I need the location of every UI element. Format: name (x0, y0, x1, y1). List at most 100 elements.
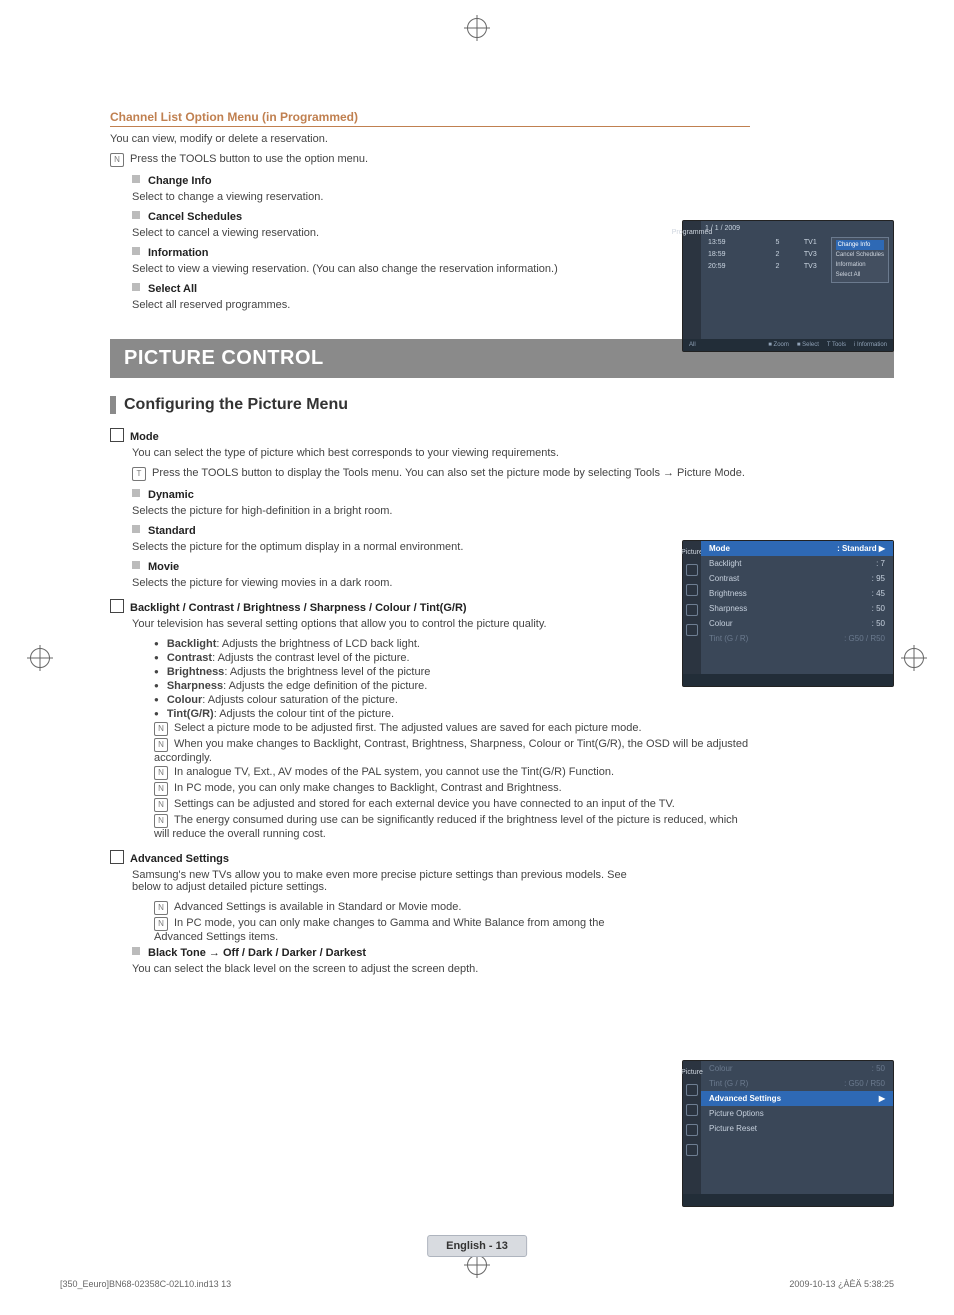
osd-picture-menu: Picture Mode: Standard ▶Backlight: 7Cont… (682, 540, 894, 687)
osd-menu-row: Colour: 50 (701, 616, 893, 631)
osd-sidebar: Picture (683, 541, 701, 674)
mode-tools-note: Press the TOOLS button to display the To… (152, 467, 745, 479)
tools-hint: Press the TOOLS button to use the option… (130, 153, 368, 165)
note-icon: N (110, 153, 124, 167)
option-item-title: Change Info (148, 175, 212, 187)
print-footer-left: [350_Eeuro]BN68-02358C-02L10.ind13 13 (60, 1279, 231, 1289)
blacktone-desc: You can select the black level on the sc… (132, 963, 750, 975)
option-item-desc: Select to cancel a viewing reservation. (132, 227, 750, 239)
osd-foot-item: i Information (854, 342, 887, 348)
square-bullet-icon (132, 211, 140, 219)
print-footer: [350_Eeuro]BN68-02358C-02L10.ind13 13 20… (60, 1279, 894, 1289)
register-mark-left (30, 648, 50, 668)
osd-foot-item: T Tools (827, 342, 846, 348)
adjust-bullet: Brightness: Adjusts the brightness level… (154, 666, 750, 678)
adjust-intro: Your television has several setting opti… (132, 618, 750, 630)
square-bullet-icon (132, 489, 140, 497)
osd-footer: All ■ Zoom ■ Select T Tools i Informatio… (683, 339, 893, 351)
adjust-bullet: Sharpness: Adjusts the edge definition o… (154, 680, 750, 692)
picture-mode-option: Dynamic (148, 489, 194, 501)
osd-foot-left: All (689, 342, 696, 348)
adjust-bullet: Backlight: Adjusts the brightness of LCD… (154, 638, 750, 650)
osd-menu-row: Picture Options (701, 1106, 893, 1121)
picture-mode-desc: Selects the picture for viewing movies i… (132, 577, 750, 589)
q-mark-icon (110, 428, 124, 442)
option-item-title: Cancel Schedules (148, 211, 242, 223)
note-icon: N (154, 738, 168, 752)
q-mark-icon (110, 850, 124, 864)
note-line: NAdvanced Settings is available in Stand… (154, 901, 610, 915)
sidebar-icon (686, 1084, 698, 1096)
note-icon: N (154, 782, 168, 796)
advanced-title: Advanced Settings (130, 853, 229, 865)
sidebar-icon (686, 564, 698, 576)
osd-menu-row: Advanced Settings ▶ (701, 1091, 893, 1106)
osd-context-popup: Change Info Cancel Schedules Information… (831, 237, 889, 283)
square-bullet-icon (132, 561, 140, 569)
osd-sidebar: Picture (683, 1061, 701, 1194)
osd-footer (683, 674, 893, 686)
osd-menu-row: Mode: Standard ▶ (701, 541, 893, 556)
osd-advanced-settings: Picture Colour: 50Tint (G / R): G50 / R5… (682, 1060, 894, 1207)
square-bullet-icon (132, 525, 140, 533)
osd-menu-row: Tint (G / R): G50 / R50 (701, 1076, 893, 1091)
adjust-bullet: Contrast: Adjusts the contrast level of … (154, 652, 750, 664)
register-mark-right (904, 648, 924, 668)
sidebar-icon (686, 1104, 698, 1116)
osd-menu-row: Backlight: 7 (701, 556, 893, 571)
osd-menu-row: Tint (G / R): G50 / R50 (701, 631, 893, 646)
option-item-desc: Select to view a viewing reservation. (Y… (132, 263, 750, 275)
option-item-title: Select All (148, 283, 197, 295)
osd-foot-item: ■ Zoom (768, 342, 789, 348)
square-bullet-icon (132, 247, 140, 255)
osd-menu-row: Brightness: 45 (701, 586, 893, 601)
osd-date: 1 / 1 / 2009 (705, 225, 889, 232)
note-line: NSelect a picture mode to be adjusted fi… (154, 722, 750, 736)
square-bullet-icon (132, 175, 140, 183)
register-mark-bottom (467, 1255, 487, 1275)
q-mark-icon (110, 599, 124, 613)
advanced-intro: Samsung's new TVs allow you to make even… (132, 869, 632, 893)
picture-mode-option: Movie (148, 561, 179, 573)
osd-programmed: Programmed 1 / 1 / 2009 13:595TV1⊘18:592… (682, 220, 894, 352)
note-icon: N (154, 766, 168, 780)
sidebar-icon (686, 1144, 698, 1156)
blacktone-title: Black Tone → Off / Dark / Darker / Darke… (148, 947, 366, 959)
picture-mode-desc: Selects the picture for the optimum disp… (132, 541, 750, 553)
page-language-badge: English - 13 (427, 1235, 527, 1257)
note-line: NSettings can be adjusted and stored for… (154, 798, 750, 812)
adjust-bullet: Tint(G/R): Adjusts the colour tint of th… (154, 708, 750, 720)
square-bullet-icon (132, 283, 140, 291)
subheading-configuring: Configuring the Picture Menu (110, 396, 894, 414)
osd-menu-row: Contrast: 95 (701, 571, 893, 586)
option-item-desc: Select all reserved programmes. (132, 299, 750, 311)
note-icon: N (154, 814, 168, 828)
mode-title: Mode (130, 431, 159, 443)
sidebar-icon (686, 624, 698, 636)
popup-item: Change Info (836, 240, 884, 250)
osd-foot-item: ■ Select (797, 342, 819, 348)
note-icon: N (154, 917, 168, 931)
osd-side-label: Picture (681, 549, 703, 556)
sidebar-icon (686, 604, 698, 616)
osd-menu-row: Colour: 50 (701, 1061, 893, 1076)
picture-mode-desc: Selects the picture for high-definition … (132, 505, 750, 517)
osd-footer (683, 1194, 893, 1206)
note-icon: N (154, 722, 168, 736)
popup-item: Information (836, 262, 866, 268)
note-icon: N (154, 798, 168, 812)
sidebar-icon (686, 1124, 698, 1136)
note-line: NWhen you make changes to Backlight, Con… (154, 738, 750, 764)
note-icon: N (154, 901, 168, 915)
adjust-title: Backlight / Contrast / Brightness / Shar… (130, 602, 467, 614)
option-item-title: Information (148, 247, 209, 259)
note-line: NIn PC mode, you can only make changes t… (154, 782, 750, 796)
note-line: NIn PC mode, you can only make changes t… (154, 917, 610, 943)
note-line: NThe energy consumed during use can be s… (154, 814, 750, 840)
register-mark-top (467, 18, 487, 38)
option-item-desc: Select to change a viewing reservation. (132, 191, 750, 203)
print-footer-right: 2009-10-13 ¿ÀÈÄ 5:38:25 (789, 1279, 894, 1289)
adjust-bullet: Colour: Adjusts colour saturation of the… (154, 694, 750, 706)
note-line: NIn analogue TV, Ext., AV modes of the P… (154, 766, 750, 780)
section-heading-option-menu: Channel List Option Menu (in Programmed) (110, 110, 750, 127)
